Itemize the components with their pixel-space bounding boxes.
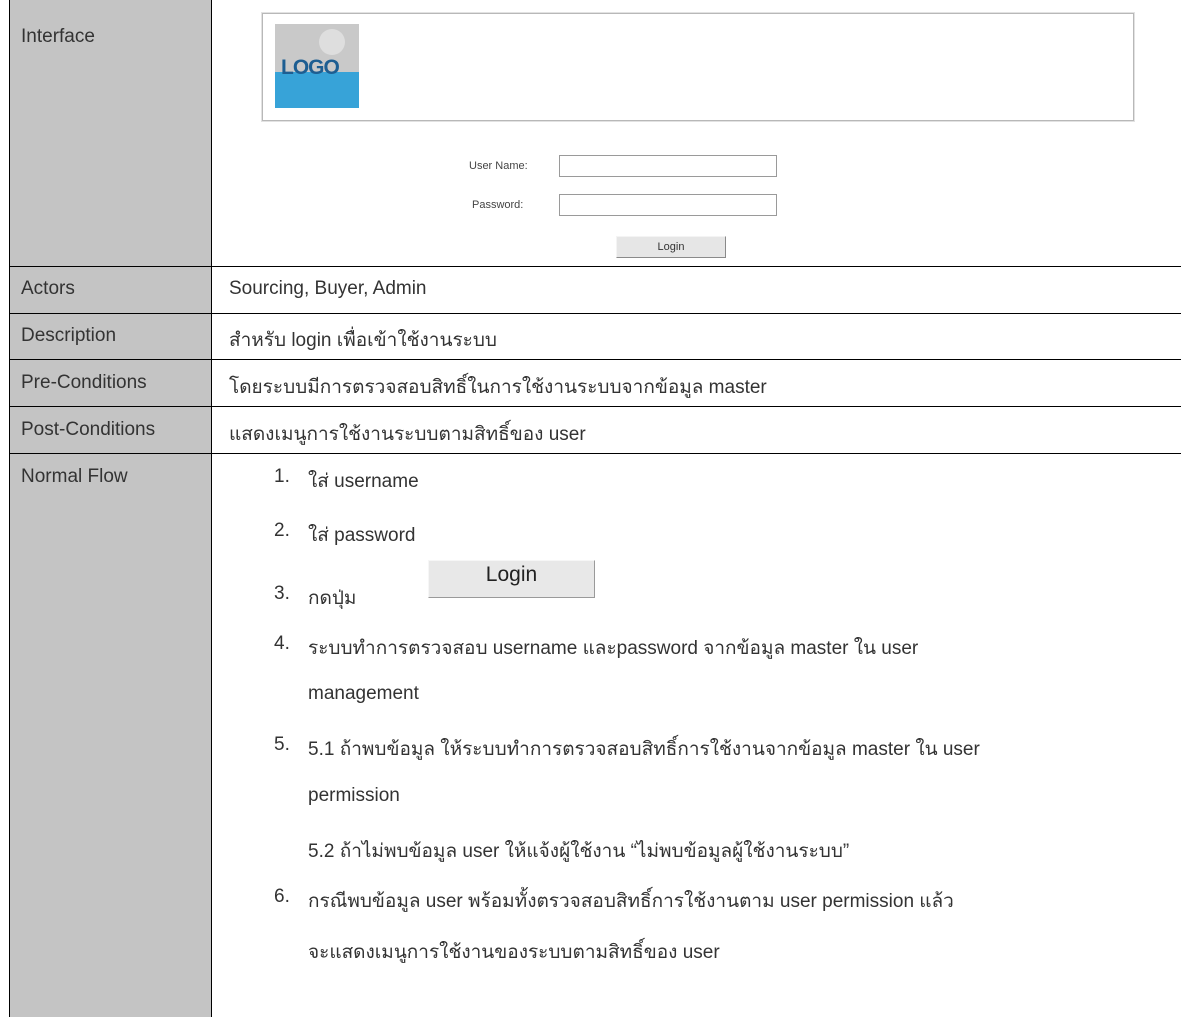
actors-value-cell: Sourcing, Buyer, Admin	[212, 267, 1181, 313]
interface-label: Interface	[21, 26, 95, 47]
actors-row: Actors Sourcing, Buyer, Admin	[0, 267, 1181, 313]
sun-icon	[319, 29, 345, 55]
mockup-login-button[interactable]: Login	[616, 236, 726, 258]
username-label: User Name:	[469, 160, 528, 172]
normalflow-value-cell: 1. ใส่ username 2. ใส่ password 3. กดปุ่…	[212, 454, 1181, 1017]
step-number: 2.	[274, 520, 290, 541]
step-text: 5.2 ถ้าไม่พบข้อมูล user ให้แจ้งผู้ใช้งาน…	[308, 841, 850, 862]
preconditions-label-cell: Pre-Conditions	[9, 360, 212, 406]
flow-step-5-2: 5.2 ถ้าไม่พบข้อมูล user ให้แจ้งผู้ใช้งาน…	[308, 836, 849, 866]
step-text: management	[308, 683, 419, 704]
postconditions-row: Post-Conditions แสดงเมนูการใช้งานระบบตาม…	[0, 407, 1181, 453]
step-number: 1.	[274, 466, 290, 487]
description-label-cell: Description	[9, 314, 212, 359]
preconditions-label: Pre-Conditions	[21, 372, 147, 393]
flow-step-4-cont: management	[308, 683, 419, 705]
postconditions-label-cell: Post-Conditions	[9, 407, 212, 453]
logo-image: LOGO	[275, 24, 359, 108]
preconditions-row: Pre-Conditions โดยระบบมีการตรวจสอบสิทธิ์…	[0, 360, 1181, 406]
description-value: สำหรับ login เพื่อเข้าใช้งานระบบ	[229, 330, 497, 351]
password-input[interactable]	[559, 194, 777, 216]
postconditions-label: Post-Conditions	[21, 419, 156, 440]
step-text: 5.1 ถ้าพบข้อมูล ให้ระบบทำการตรวจสอบสิทธิ…	[308, 739, 980, 760]
step-number: 6.	[274, 886, 290, 907]
username-input[interactable]	[559, 155, 777, 177]
step-number: 3.	[274, 583, 290, 604]
login-button-illustration: Login	[428, 560, 595, 598]
actors-label: Actors	[21, 278, 75, 299]
normalflow-label: Normal Flow	[21, 466, 128, 487]
preconditions-value: โดยระบบมีการตรวจสอบสิทธิ์ในการใช้งานระบบ…	[229, 377, 767, 398]
step-number: 5.	[274, 734, 290, 755]
password-label: Password:	[472, 199, 524, 211]
preconditions-value-cell: โดยระบบมีการตรวจสอบสิทธิ์ในการใช้งานระบบ…	[212, 360, 1181, 406]
normalflow-row: Normal Flow 1. ใส่ username 2. ใส่ passw…	[0, 454, 1181, 1017]
step-text: จะแสดงเมนูการใช้งานของระบบตามสิทธิ์ของ u…	[308, 942, 720, 963]
description-label: Description	[21, 325, 117, 346]
actors-value: Sourcing, Buyer, Admin	[229, 278, 427, 299]
interface-value-cell: LOGO User Name: Password: Login	[212, 0, 1181, 266]
flow-step-5-cont: permission	[308, 785, 400, 807]
logo-text: LOGO	[281, 56, 340, 79]
description-value-cell: สำหรับ login เพื่อเข้าใช้งานระบบ	[212, 314, 1181, 359]
step-text: ใส่ username	[308, 471, 419, 492]
postconditions-value: แสดงเมนูการใช้งานระบบตามสิทธิ์ของ user	[229, 424, 586, 445]
step-text: permission	[308, 785, 400, 806]
postconditions-value-cell: แสดงเมนูการใช้งานระบบตามสิทธิ์ของ user	[212, 407, 1181, 453]
step-text: กดปุ่ม	[308, 588, 357, 609]
step-text: กรณีพบข้อมูล user พร้อมทั้งตรวจสอบสิทธิ์…	[308, 891, 954, 912]
step-text: ใส่ password	[308, 525, 416, 546]
step-number: 4.	[274, 633, 290, 654]
flow-step-6-cont: จะแสดงเมนูการใช้งานของระบบตามสิทธิ์ของ u…	[308, 937, 720, 967]
normalflow-label-cell: Normal Flow	[9, 454, 212, 1017]
actors-label-cell: Actors	[9, 267, 212, 313]
step-text: ระบบทำการตรวจสอบ username และpassword จา…	[308, 638, 919, 659]
interface-row: Interface LOGO User Name: Password: Logi…	[0, 0, 1181, 266]
mockup-header-box: LOGO	[262, 13, 1134, 121]
interface-label-cell: Interface	[9, 0, 212, 266]
description-row: Description สำหรับ login เพื่อเข้าใช้งาน…	[0, 314, 1181, 359]
